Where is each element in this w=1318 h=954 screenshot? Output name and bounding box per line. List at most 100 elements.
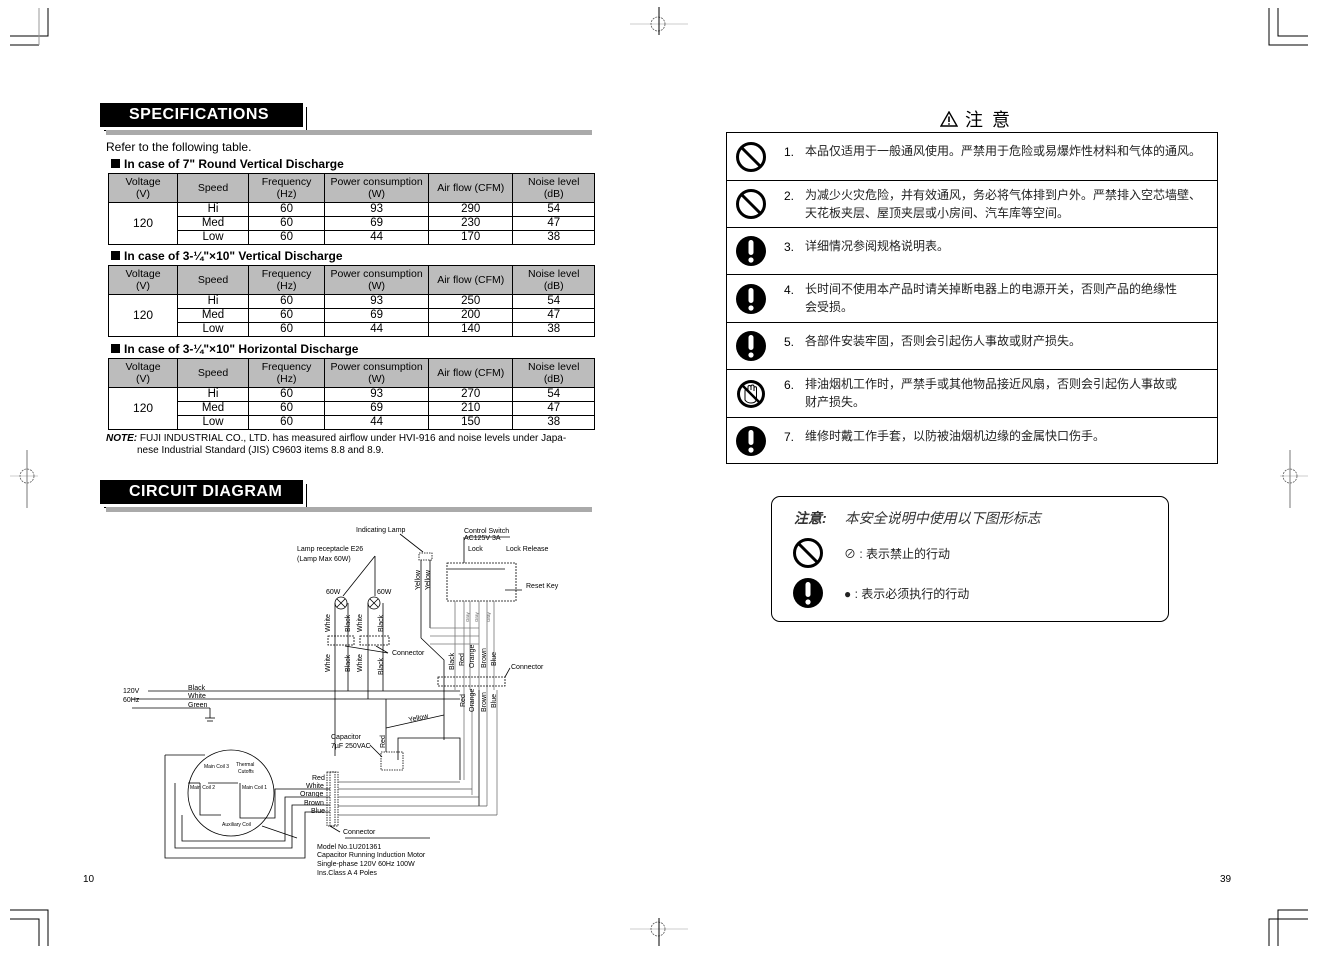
warning-row: 5. 各部件安装牢固，否则会引起伤人事故或财产损失。 <box>727 323 1217 370</box>
column-header-text: (Hz) <box>276 188 297 200</box>
noise-cell: 54 <box>512 294 595 309</box>
noise-cell: 47 <box>512 216 595 231</box>
warning-text-line: 天花板夹层、屋顶夹层或小房间、汽车库等空间。 <box>805 206 1070 220</box>
table-header-row: Voltage (V) Speed Frequency (Hz) Power consum… <box>107 358 595 388</box>
column-header: Power consumption (W) <box>324 173 429 203</box>
table-row: 120 Hi 60 93 250 54 <box>107 294 595 337</box>
column-header-text: Voltage <box>125 268 161 280</box>
spec-table-1: Voltage (V) Speed Frequency (Hz) Power consum… <box>107 173 595 245</box>
table-header-row: Voltage (V) Speed Frequency (Hz) Power consum… <box>107 173 595 203</box>
column-header-text: Speed <box>197 367 229 379</box>
noise-cell: 54 <box>512 202 595 217</box>
note-label: NOTE: <box>106 433 138 444</box>
warnings-table: 1. 本品仅适用于一般通风使用。严禁用于危险或易爆炸性材料和气体的通风。 2. 为减少… <box>726 132 1218 464</box>
column-header: Speed <box>177 265 249 295</box>
frequency-cell: 60 <box>247 202 326 217</box>
column-header: Noise level (dB) <box>512 265 595 295</box>
legend-title: 注意: 本安全说明中使用以下图形标志 <box>794 508 1041 528</box>
column-header-text: Noise level <box>528 268 580 280</box>
power-cell: 93 <box>324 294 429 309</box>
column-header: Air flow (CFM) <box>427 265 514 295</box>
table-title-3: In case of 3-¼"×10" Horizontal Discharge <box>111 342 358 356</box>
noise-cell: 47 <box>512 308 595 323</box>
mandatory-icon <box>736 425 766 456</box>
warning-number: 5. <box>784 335 795 349</box>
legend-mandatory-text: ● : 表示必须执行的行动 <box>844 587 970 601</box>
column-header-text: Noise level <box>528 361 580 373</box>
speed-cell: Hi <box>177 387 249 402</box>
airflow-cell: 210 <box>427 401 514 416</box>
power-cell: 44 <box>324 322 429 337</box>
table-title-1: In case of 7" Round Vertical Discharge <box>111 157 344 171</box>
airflow-cell: 170 <box>427 230 514 245</box>
page-number-left: 10 <box>83 874 95 885</box>
legend-prohibition-text: ⊘ : 表示禁止的行动 <box>844 547 951 561</box>
airflow-cell: 230 <box>427 216 514 231</box>
page-number-right: 39 <box>1220 874 1232 885</box>
column-header: Noise level (dB) <box>512 173 595 203</box>
airflow-cell: 250 <box>427 294 514 309</box>
mandatory-icon <box>736 283 766 314</box>
column-header-text: Air flow (CFM) <box>437 274 505 286</box>
note-line-1: FUJI INDUSTRIAL CO., LTD. has measured a… <box>139 433 567 444</box>
noise-cell: 38 <box>512 230 595 245</box>
noise-cell: 38 <box>512 415 595 430</box>
column-header: Voltage (V) <box>107 358 179 388</box>
table-title-text: In case of 3-¼"×10" Horizontal Discharge <box>124 342 359 356</box>
airflow-cell: 150 <box>427 415 514 430</box>
speed-cell: Med <box>177 308 249 323</box>
speed-cell: Low <box>177 230 249 245</box>
warning-number: 7. <box>784 430 795 444</box>
warning-text: 排油烟机工作时，严禁手或其他物品接近风扇，否则会引起伤人事故或 财产损失。 <box>805 375 1209 411</box>
warning-text-line: 长时间不使用本产品时请关掉断电器上的电源开关，否则产品的绝缘性 <box>805 282 1178 296</box>
frequency-cell: 60 <box>247 230 326 245</box>
warning-text-line: 详细情况参阅规格说明表。 <box>805 239 950 253</box>
column-header-text: (W) <box>368 188 386 200</box>
heading-rule <box>106 130 592 135</box>
warning-text: 各部件安装牢固，否则会引起伤人事故或财产损失。 <box>805 332 1209 350</box>
column-header-text: Voltage <box>125 361 161 373</box>
bullet-square-icon <box>111 159 120 168</box>
specifications-title: SPECIFICATIONS <box>100 103 303 127</box>
airflow-cell: 200 <box>427 308 514 323</box>
warning-number: 1. <box>784 145 795 159</box>
column-header: Air flow (CFM) <box>427 358 514 388</box>
heading-rule <box>106 507 592 512</box>
column-header: Speed <box>177 173 249 203</box>
airflow-cell: 140 <box>427 322 514 337</box>
noise-cell: 47 <box>512 401 595 416</box>
warning-row: 2. 为减少火灾危险，并有效通风，务必将气体排到户外。严禁排入空芯墙壁、 天花板夹层… <box>727 181 1217 228</box>
power-cell: 93 <box>324 202 429 217</box>
table-row: Low 60 44 140 38 <box>109 322 595 337</box>
voltage-cell: 120 <box>107 294 179 337</box>
spec-table-2: Voltage (V) Speed Frequency (Hz) Power consum… <box>107 265 595 337</box>
noise-cell: 54 <box>512 387 595 402</box>
bullet-square-icon <box>111 344 120 353</box>
frequency-cell: 60 <box>247 294 326 309</box>
speed-cell: Med <box>177 216 249 231</box>
speed-cell: Hi <box>177 294 249 309</box>
column-header-text: Speed <box>197 182 229 194</box>
warning-text: 本品仅适用于一般通风使用。严禁用于危险或易爆炸性材料和气体的通风。 <box>805 142 1209 160</box>
table-row: Med 60 69 230 47 <box>109 216 595 231</box>
table-row: Low 60 44 150 38 <box>109 415 595 430</box>
warning-text: 维修时戴工作手套，以防被油烟机边缘的金属快口伤手。 <box>805 427 1209 445</box>
column-header-text: Air flow (CFM) <box>437 182 505 194</box>
bullet-square-icon <box>111 251 120 260</box>
prohibition-icon <box>736 141 766 172</box>
warning-text-line: 排油烟机工作时，严禁手或其他物品接近风扇，否则会引起伤人事故或 <box>805 377 1178 391</box>
frequency-cell: 60 <box>247 216 326 231</box>
caution-heading: 注 意 <box>939 106 1012 132</box>
table-title-2: In case of 3-¼"×10" Vertical Discharge <box>111 249 343 263</box>
prohibition-icon <box>736 189 766 219</box>
mandatory-icon <box>736 236 766 266</box>
voltage-cell: 120 <box>107 387 179 430</box>
column-header-text: Frequency <box>261 268 312 280</box>
power-cell: 69 <box>324 308 429 323</box>
warning-number: 2. <box>784 189 795 203</box>
warning-number: 4. <box>784 283 795 297</box>
frequency-cell: 60 <box>247 415 326 430</box>
table-row: Low 60 44 170 38 <box>109 230 595 245</box>
column-header: Frequency (Hz) <box>247 173 326 203</box>
column-header: Air flow (CFM) <box>427 173 514 203</box>
